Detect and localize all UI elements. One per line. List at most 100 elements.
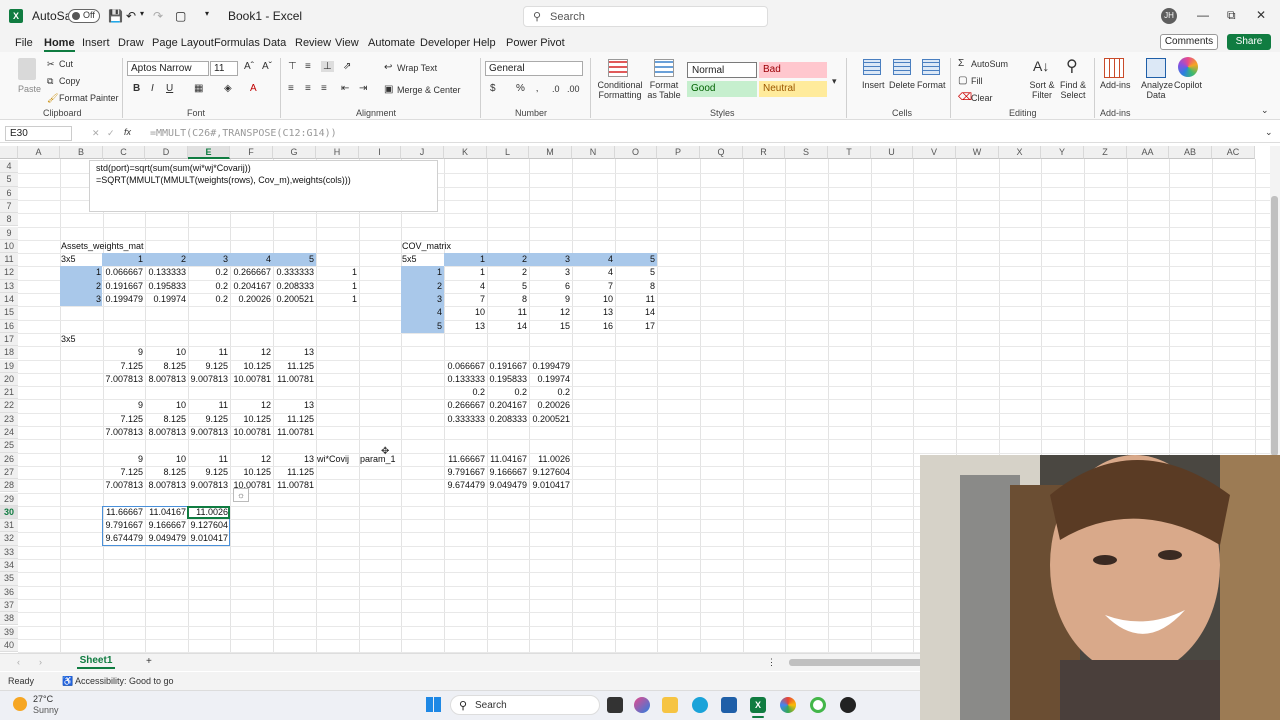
edge-icon[interactable] (692, 697, 708, 713)
row-header-34[interactable]: 34 (0, 559, 18, 573)
cell-k21[interactable]: 0.2 (444, 386, 485, 399)
cell-k13[interactable]: 4 (444, 280, 485, 293)
cell-d27[interactable]: 8.125 (145, 466, 186, 479)
format-cells-icon[interactable] (922, 59, 940, 75)
cell-l21[interactable]: 0.2 (487, 386, 527, 399)
save-icon[interactable]: 💾 (108, 9, 123, 23)
tab-page-layout[interactable]: Page Layout (152, 37, 214, 49)
row-header-25[interactable]: 25 (0, 439, 18, 453)
cell-m21[interactable]: 0.2 (529, 386, 570, 399)
row-header-10[interactable]: 10 (0, 239, 18, 254)
cell-e13[interactable]: 0.2 (188, 280, 228, 293)
column-header-ac[interactable]: AC (1212, 146, 1255, 159)
cell-f11[interactable]: 4 (230, 253, 271, 266)
row-header-39[interactable]: 39 (0, 625, 18, 639)
cell-m16[interactable]: 15 (529, 320, 570, 333)
fill-icon[interactable]: ▢ (958, 75, 967, 86)
cell-g12[interactable]: 0.333333 (273, 266, 314, 279)
app-icon-2[interactable] (840, 697, 856, 713)
cell-c23[interactable]: 7.125 (103, 413, 143, 426)
column-header-o[interactable]: O (615, 146, 657, 159)
column-header-h[interactable]: H (316, 146, 359, 159)
add-ins-button[interactable]: Add-ins (1100, 80, 1131, 90)
paste-button[interactable]: Paste (18, 84, 41, 94)
undo-icon[interactable]: ↶ (126, 9, 136, 23)
cell-k27[interactable]: 9.791667 (444, 466, 485, 479)
cell-c11[interactable]: 1 (103, 253, 143, 266)
add-ins-icon[interactable] (1104, 58, 1124, 78)
cell-k26[interactable]: 11.66667 (444, 453, 485, 466)
cell-n14[interactable]: 10 (572, 293, 613, 306)
wrap-text-button[interactable]: Wrap Text (397, 63, 437, 73)
column-header-b[interactable]: B (60, 146, 103, 159)
taskview-icon[interactable] (607, 697, 623, 713)
sheet-options-icon[interactable]: ⋮ (767, 657, 776, 668)
maximize-icon[interactable]: ⧉ (1227, 8, 1236, 23)
find-select-button[interactable]: Find & Select (1058, 80, 1088, 100)
search-box[interactable]: ⚲ Search (523, 6, 768, 27)
row-header-33[interactable]: 33 (0, 545, 18, 559)
copy-icon[interactable]: ⧉ (47, 76, 53, 87)
cell-e11[interactable]: 3 (188, 253, 228, 266)
expand-formula-icon[interactable]: ⌄ (1265, 127, 1273, 138)
cell-d11[interactable]: 2 (145, 253, 186, 266)
cell-l22[interactable]: 0.204167 (487, 399, 527, 412)
horizontal-scroll-thumb[interactable] (789, 659, 924, 666)
style-normal[interactable]: Normal (687, 62, 757, 78)
cell-l16[interactable]: 14 (487, 320, 527, 333)
cell-f19[interactable]: 10.125 (230, 360, 271, 373)
undo-dropdown-icon[interactable]: ▾ (140, 9, 144, 18)
cell-l27[interactable]: 9.166667 (487, 466, 527, 479)
tab-home[interactable]: Home (44, 37, 75, 52)
tab-data[interactable]: Data (263, 37, 286, 49)
orientation-icon[interactable]: ⇗ (343, 61, 351, 72)
cell-e22[interactable]: 11 (188, 399, 228, 412)
cell-o15[interactable]: 14 (615, 306, 655, 319)
cell-j16[interactable]: 5 (401, 320, 442, 333)
cell-k23[interactable]: 0.333333 (444, 413, 485, 426)
cell-m27[interactable]: 9.127604 (529, 466, 570, 479)
style-neutral[interactable]: Neutral (759, 81, 827, 97)
tab-view[interactable]: View (335, 37, 359, 49)
cell-c12[interactable]: 0.066667 (103, 266, 143, 279)
row-header-12[interactable]: 12 (0, 266, 18, 280)
delete-cells-icon[interactable] (893, 59, 911, 75)
row-header-14[interactable]: 14 (0, 293, 18, 307)
increase-decimal-icon[interactable]: .0 (552, 84, 560, 94)
style-bad[interactable]: Bad (759, 62, 827, 78)
align-middle-icon[interactable]: ≡ (305, 61, 311, 72)
cell-e24[interactable]: 9.007813 (188, 426, 228, 439)
conditional-formatting-icon[interactable] (608, 59, 628, 77)
column-header-v[interactable]: V (913, 146, 956, 159)
currency-icon[interactable]: $ (490, 83, 496, 94)
cell-g23[interactable]: 11.125 (273, 413, 314, 426)
add-sheet-button[interactable]: + (146, 656, 152, 667)
cell-c14[interactable]: 0.199479 (103, 293, 143, 306)
cell-j13[interactable]: 2 (401, 280, 442, 293)
cell-l14[interactable]: 8 (487, 293, 527, 306)
cell-c22[interactable]: 9 (103, 399, 143, 412)
insert-function-icon[interactable]: fx (124, 127, 131, 137)
cell-d19[interactable]: 8.125 (145, 360, 186, 373)
column-header-ab[interactable]: AB (1169, 146, 1212, 159)
cell-o14[interactable]: 11 (615, 293, 655, 306)
row-header-35[interactable]: 35 (0, 572, 18, 586)
cell-b17[interactable]: 3x5 (61, 333, 76, 346)
cell-d12[interactable]: 0.133333 (145, 266, 186, 279)
column-header-c[interactable]: C (103, 146, 145, 159)
autosum-icon[interactable]: Σ (958, 58, 964, 69)
cell-f20[interactable]: 10.00781 (230, 373, 271, 386)
row-header-36[interactable]: 36 (0, 585, 18, 599)
autosave-toggle[interactable]: Off (68, 9, 100, 23)
cell-h12[interactable]: 1 (316, 266, 357, 279)
cell-m22[interactable]: 0.20026 (529, 399, 570, 412)
taskbar-search[interactable]: ⚲ Search (450, 695, 600, 715)
cell-n13[interactable]: 7 (572, 280, 613, 293)
column-header-t[interactable]: T (828, 146, 871, 159)
quick-analysis-icon[interactable]: ☼ (233, 488, 249, 502)
row-header-18[interactable]: 18 (0, 346, 18, 360)
row-header-11[interactable]: 11 (0, 253, 18, 267)
cell-o11[interactable]: 5 (615, 253, 655, 266)
row-header-13[interactable]: 13 (0, 279, 18, 293)
column-header-d[interactable]: D (145, 146, 188, 159)
